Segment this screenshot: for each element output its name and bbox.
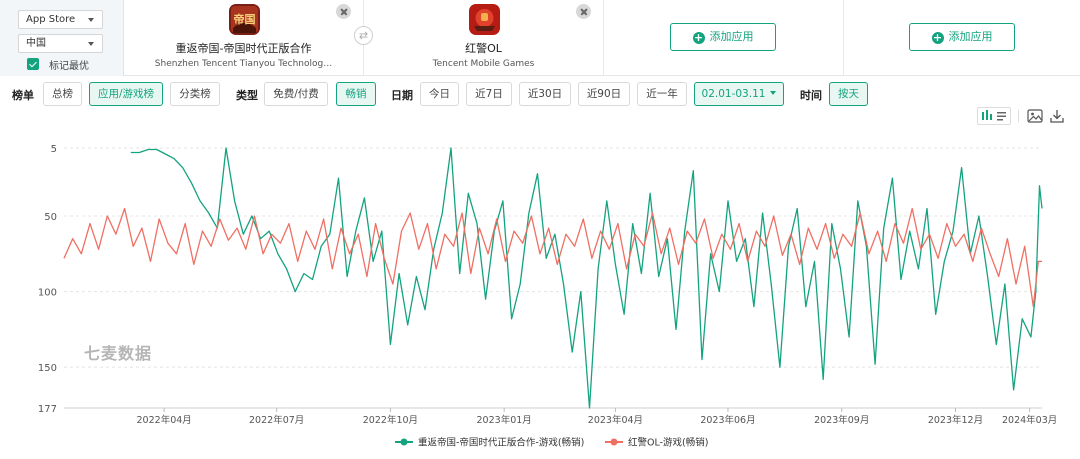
download-icon[interactable] (1049, 108, 1065, 124)
app-slot-1: 帝国 重返帝国-帝国时代正版合作 Shenzhen Tencent Tianyo… (124, 0, 364, 76)
add-app-button[interactable]: + 添加应用 (909, 23, 1015, 51)
bar-chart-icon[interactable] (978, 108, 1010, 124)
rank-trend-chart: 550100150177 2022年04月 2022年07月 2022年10月 202… (38, 144, 1057, 449)
y-axis-ticks: 5 50 100 150 177 (38, 144, 57, 415)
app-developer-2: Tencent Mobile Games (432, 59, 535, 69)
x-tick-label: 2023年04月 (588, 414, 643, 426)
close-icon[interactable] (576, 4, 591, 19)
app-slot-2: 红警OL Tencent Mobile Games (364, 0, 604, 76)
region-select-value: 中国 (26, 38, 46, 49)
y-tick-label: 100 (38, 288, 57, 299)
series-line-1 (130, 147, 1043, 409)
filter-panel: App Store 中国 标记最优 (0, 0, 124, 76)
date-label: 日期 (391, 89, 413, 102)
chevron-down-icon (88, 42, 94, 46)
legend-swatch-dot (610, 438, 618, 446)
chevron-down-icon (88, 18, 94, 22)
red-alert-game-icon (468, 4, 500, 35)
chart-legend: 重返帝国-帝国时代正版合作-游戏(畅销) 红警OL-游戏(畅销) (395, 437, 708, 449)
x-tick-label: 2022年10月 (363, 414, 418, 426)
add-app-label: 添加应用 (709, 30, 754, 43)
x-tick-label: 2023年06月 (700, 414, 755, 426)
chart-type-label: 榜单 (12, 89, 34, 102)
add-app-label: 添加应用 (948, 30, 993, 43)
x-tick-label: 2022年07月 (249, 414, 304, 426)
app-developer-1: Shenzhen Tencent Tianyou Technolog… (154, 59, 333, 69)
time-option-daily[interactable]: 按天 (829, 82, 868, 106)
x-tick-label: 2024年03月 (1002, 414, 1057, 426)
y-tick-label: 177 (38, 404, 57, 415)
date-option-7d[interactable]: 近7日 (466, 82, 512, 106)
type-label: 类型 (236, 89, 258, 102)
region-select[interactable]: 中国 (18, 34, 103, 53)
plus-icon: + (931, 31, 944, 44)
date-option-30d[interactable]: 近30日 (519, 82, 571, 106)
chart-option-total[interactable]: 总榜 (43, 82, 82, 106)
date-option-1y[interactable]: 近一年 (637, 82, 687, 106)
date-option-90d[interactable]: 近90日 (578, 82, 630, 106)
store-select[interactable]: App Store (18, 10, 103, 29)
app-name-2: 红警OL (465, 42, 502, 55)
x-tick-label: 2022年04月 (137, 414, 192, 426)
y-tick-label: 150 (38, 363, 57, 374)
x-tick-label: 2023年01月 (477, 414, 532, 426)
x-axis-ticks: 2022年04月 2022年07月 2022年10月 2023年01月 2023年04月… (137, 408, 1057, 426)
legend-label: 重返帝国-帝国时代正版合作-游戏(畅销) (418, 437, 584, 449)
legend-label: 红警OL-游戏(畅销) (628, 437, 708, 449)
app-slot-3: + 添加应用 (604, 0, 844, 76)
empire-game-icon: 帝国 (228, 4, 260, 35)
image-export-icon[interactable] (1027, 108, 1043, 124)
close-icon[interactable] (336, 4, 351, 19)
plus-icon: + (692, 31, 705, 44)
x-tick-label: 2023年09月 (814, 414, 869, 426)
chart-series (63, 147, 1043, 409)
checkbox-checked-icon[interactable] (27, 58, 39, 70)
chevron-down-icon (770, 91, 777, 95)
date-option-today[interactable]: 今日 (420, 82, 459, 106)
add-app-button[interactable]: + 添加应用 (670, 23, 776, 51)
type-option-free-paid[interactable]: 免费/付费 (264, 82, 328, 106)
y-tick-label: 50 (44, 212, 57, 223)
legend-swatch-dot (400, 438, 408, 446)
chart-view-toggle[interactable] (977, 107, 1011, 125)
app-slot-4: + 添加应用 (844, 0, 1080, 76)
watermark: 七麦数据 (84, 344, 153, 363)
toolbar-divider (1018, 110, 1019, 122)
date-range-picker[interactable]: 02.01-03.11 (694, 82, 784, 106)
mark-best-label: 标记最优 (49, 61, 89, 72)
type-option-grossing[interactable]: 畅销 (336, 82, 376, 106)
x-tick-label: 2023年12月 (928, 414, 983, 426)
chart-grid (64, 147, 1042, 409)
chart-option-category[interactable]: 分类榜 (170, 82, 220, 106)
filter-bar: 榜单 总榜 应用/游戏榜 分类榜 类型 免费/付费 畅销 日期 今日 近7日 近… (0, 82, 1080, 106)
time-label: 时间 (800, 89, 822, 102)
app-compare-bar: App Store 中国 标记最优 帝国 重返帝国-帝国时代正版合作 Shenz… (0, 0, 1080, 76)
store-select-value: App Store (26, 14, 76, 25)
svg-text:帝国: 帝国 (233, 12, 255, 26)
chart-option-app-game[interactable]: 应用/游戏榜 (89, 82, 163, 106)
date-range-value: 02.01-03.11 (701, 88, 766, 100)
app-name-1: 重返帝国-帝国时代正版合作 (175, 42, 312, 55)
y-tick-label: 5 (51, 144, 57, 155)
